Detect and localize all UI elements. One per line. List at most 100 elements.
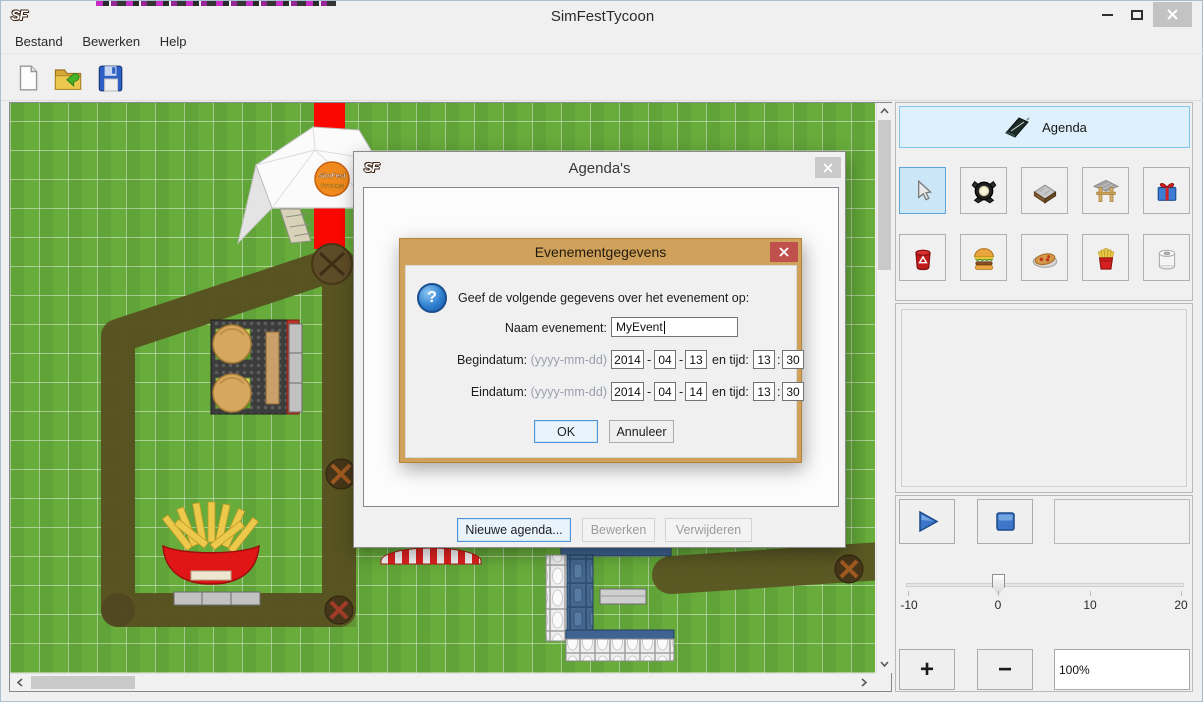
- save-file-button[interactable]: [91, 59, 129, 97]
- tool-scaffold-structure[interactable]: [1082, 167, 1129, 214]
- end-time-label: en tijd:: [712, 385, 749, 399]
- maximize-button[interactable]: [1123, 3, 1151, 27]
- scroll-left-arrow[interactable]: [12, 675, 28, 690]
- scaffold-icon: [1092, 177, 1120, 205]
- cursor-icon: [910, 178, 936, 204]
- end-label-text: Eindatum:: [471, 385, 527, 399]
- close-button[interactable]: [1153, 2, 1192, 27]
- tools-panel: Agenda: [895, 102, 1193, 301]
- preview-panel-inner: [901, 309, 1187, 487]
- start-day-input[interactable]: 13: [685, 350, 707, 369]
- controls-panel: -10 0 10 20 + − 100%: [895, 495, 1193, 692]
- zoom-out-button[interactable]: −: [977, 649, 1033, 690]
- event-dialog-titlebar[interactable]: Evenementgegevens: [400, 239, 801, 265]
- date-separator: -: [679, 385, 683, 399]
- end-month-input[interactable]: 04: [654, 382, 676, 401]
- app-window: SF SimFestTycoon Bestand Bewerken Help: [0, 0, 1203, 702]
- text-caret: [664, 321, 665, 334]
- start-month-input[interactable]: 04: [654, 350, 676, 369]
- tool-french-fries[interactable]: [1082, 234, 1129, 281]
- agenda-book-icon: [1002, 114, 1032, 140]
- stage-platform-icon: [1031, 177, 1059, 205]
- event-name-input[interactable]: MyEvent: [611, 317, 738, 337]
- end-year-input[interactable]: 2014: [611, 382, 644, 401]
- plus-icon: +: [920, 656, 934, 684]
- stop-button[interactable]: [977, 499, 1033, 544]
- slider-label: 0: [985, 598, 1011, 612]
- start-label-text: Begindatum:: [457, 353, 527, 367]
- tool-toilet-paper[interactable]: [1143, 234, 1190, 281]
- open-file-button[interactable]: [49, 59, 87, 97]
- new-file-button[interactable]: [9, 59, 47, 97]
- event-prompt: Geef de volgende gegevens over het evene…: [458, 291, 749, 305]
- start-hour-input[interactable]: 13: [753, 350, 775, 369]
- slider-tick: [1090, 591, 1091, 596]
- start-minute-input[interactable]: 30: [782, 350, 804, 369]
- end-day-input[interactable]: 14: [685, 382, 707, 401]
- trash-can-icon: [909, 244, 937, 272]
- zoom-level-field[interactable]: 100%: [1054, 649, 1190, 690]
- menu-bestand[interactable]: Bestand: [7, 31, 71, 52]
- tool-pizza[interactable]: [1021, 234, 1068, 281]
- speed-slider-track[interactable]: [906, 583, 1184, 587]
- scroll-down-arrow[interactable]: [877, 656, 892, 672]
- date-format-hint: (yyyy-mm-dd): [531, 385, 607, 399]
- minus-icon: −: [998, 656, 1012, 684]
- tent-logo-subtext: TYCOON: [320, 184, 344, 190]
- tool-stage-platform[interactable]: [1021, 167, 1068, 214]
- tent-logo-text: SimFest: [318, 173, 346, 180]
- tool-gift[interactable]: [1143, 167, 1190, 214]
- agendas-dialog-close-button[interactable]: [815, 157, 841, 178]
- scroll-right-arrow[interactable]: [856, 675, 872, 690]
- tool-hamburger[interactable]: [960, 234, 1007, 281]
- minimize-icon: [1102, 14, 1113, 16]
- horizontal-scroll-thumb[interactable]: [31, 676, 135, 689]
- tool-trash-can[interactable]: [899, 234, 946, 281]
- end-minute-input[interactable]: 30: [782, 382, 804, 401]
- new-agenda-button[interactable]: Nieuwe agenda...: [457, 518, 571, 542]
- menu-help[interactable]: Help: [152, 31, 195, 52]
- menu-bewerken[interactable]: Bewerken: [74, 31, 148, 52]
- pizza-icon: [1031, 244, 1059, 272]
- bench: [174, 592, 260, 605]
- slider-tick: [1181, 591, 1182, 596]
- tool-spotlight[interactable]: [960, 167, 1007, 214]
- save-icon: [95, 63, 125, 93]
- stop-icon: [990, 507, 1020, 537]
- tool-select-cursor[interactable]: [899, 167, 946, 214]
- toolbar: [1, 55, 1203, 101]
- edit-agenda-button[interactable]: Bewerken: [582, 518, 655, 542]
- question-icon: ?: [417, 283, 447, 313]
- path-x-marker: [326, 459, 356, 489]
- agendas-dialog-titlebar[interactable]: SF Agenda's: [354, 152, 845, 185]
- gift-icon: [1153, 177, 1181, 205]
- toilet-paper-icon: [1153, 244, 1181, 272]
- slider-label: -10: [896, 598, 922, 612]
- path-x-marker: [835, 555, 863, 583]
- zoom-in-button[interactable]: +: [899, 649, 955, 690]
- agenda-button[interactable]: Agenda: [899, 106, 1190, 148]
- path-corner: [101, 593, 135, 627]
- event-name-value: MyEvent: [616, 320, 663, 334]
- path-junction-marker: [312, 244, 352, 284]
- map-horizontal-scrollbar[interactable]: [10, 673, 876, 691]
- preview-panel: [895, 303, 1193, 493]
- event-details-dialog: Evenementgegevens ? Geef de volgende geg…: [399, 238, 802, 463]
- name-label: Naam evenement:: [461, 321, 607, 335]
- minimize-button[interactable]: [1093, 3, 1121, 27]
- start-year-input[interactable]: 2014: [611, 350, 644, 369]
- close-icon: [823, 163, 833, 173]
- ok-button[interactable]: OK: [534, 420, 598, 443]
- french-fries-icon: [1092, 244, 1120, 272]
- scroll-up-arrow[interactable]: [877, 103, 892, 119]
- end-hour-input[interactable]: 13: [753, 382, 775, 401]
- vertical-scroll-thumb[interactable]: [878, 120, 891, 270]
- start-time-label: en tijd:: [712, 353, 749, 367]
- play-button[interactable]: [899, 499, 955, 544]
- slider-tick: [998, 591, 999, 596]
- delete-agenda-button[interactable]: Verwijderen: [665, 518, 752, 542]
- event-dialog-close-button[interactable]: [770, 242, 798, 262]
- map-vertical-scrollbar[interactable]: [876, 103, 892, 673]
- cancel-button[interactable]: Annuleer: [609, 420, 674, 443]
- end-date-label: Eindatum: (yyyy-mm-dd): [416, 385, 607, 399]
